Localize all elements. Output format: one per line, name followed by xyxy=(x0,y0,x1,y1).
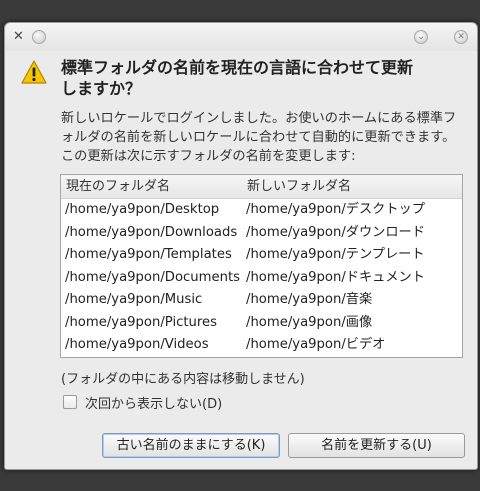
close-icon[interactable]: ✕ xyxy=(454,30,468,44)
keep-old-names-button[interactable]: 古い名前のままにする(K) xyxy=(102,433,280,458)
current-folder-cell: /home/ya9pon/Desktop xyxy=(65,202,220,217)
new-folder-cell: /home/ya9pon/ドキュメント xyxy=(246,269,425,285)
new-folder-cell: /home/ya9pon/音楽 xyxy=(246,292,373,307)
dialog-heading: 標準フォルダの名前を現在の言語に合わせて更新しますか？ xyxy=(61,58,414,98)
current-folder-cell: /home/ya9pon/Documents xyxy=(65,269,240,285)
minimize-icon[interactable]: ⌄ xyxy=(414,30,428,44)
app-icon[interactable]: ✕ xyxy=(13,30,27,44)
column-header-current[interactable]: 現在のフォルダ名 xyxy=(61,175,242,198)
table-row[interactable]: /home/ya9pon/Documents /home/ya9pon/ドキュメ… xyxy=(61,267,462,290)
current-folder-cell: /home/ya9pon/Music xyxy=(65,292,203,307)
current-folder-cell: /home/ya9pon/Downloads xyxy=(65,224,238,240)
warning-icon xyxy=(21,60,47,84)
table-row[interactable]: /home/ya9pon/Desktop /home/ya9pon/デスクトップ xyxy=(61,199,462,222)
new-folder-cell: /home/ya9pon/ダウンロード xyxy=(246,224,425,240)
current-folder-cell: /home/ya9pon/Templates xyxy=(65,247,232,262)
column-header-new[interactable]: 新しいフォルダ名 xyxy=(242,175,462,198)
table-row[interactable]: /home/ya9pon/Templates /home/ya9pon/テンプレ… xyxy=(61,244,462,267)
folder-table: 現在のフォルダ名 新しいフォルダ名 /home/ya9pon/Desktop /… xyxy=(60,174,463,358)
dont-show-again-checkbox[interactable] xyxy=(63,395,77,409)
current-folder-cell: /home/ya9pon/Videos xyxy=(65,337,209,352)
dialog-window: ✕ ⌄ ✕ 標準フォルダの名前を現在の言語に合わせて更新しますか？ 新しいロケー… xyxy=(4,22,478,470)
window-menu-icon[interactable] xyxy=(32,30,46,44)
table-row[interactable]: /home/ya9pon/Pictures /home/ya9pon/画像 xyxy=(61,312,462,335)
table-row[interactable]: /home/ya9pon/Videos /home/ya9pon/ビデオ xyxy=(61,334,462,357)
dont-show-again-option[interactable]: 次回から表示しない(D) xyxy=(63,393,222,412)
update-names-button[interactable]: 名前を更新する(U) xyxy=(288,433,465,458)
move-note: (フォルダの中にある内容は移動しません) xyxy=(61,372,305,387)
table-row[interactable]: /home/ya9pon/Downloads /home/ya9pon/ダウンロ… xyxy=(61,222,462,245)
new-folder-cell: /home/ya9pon/デスクトップ xyxy=(246,202,425,217)
new-folder-cell: /home/ya9pon/画像 xyxy=(246,314,373,330)
new-folder-cell: /home/ya9pon/ビデオ xyxy=(246,337,386,352)
titlebar: ✕ ⌄ ✕ xyxy=(5,23,477,51)
dont-show-again-label[interactable]: 次回から表示しない(D) xyxy=(85,393,222,412)
table-header: 現在のフォルダ名 新しいフォルダ名 xyxy=(61,175,462,199)
dialog-description: 新しいロケールでログインしました。お使いのホームにある標準フォルダの名前を新しい… xyxy=(61,111,457,164)
current-folder-cell: /home/ya9pon/Pictures xyxy=(65,314,218,330)
new-folder-cell: /home/ya9pon/テンプレート xyxy=(246,247,425,262)
table-row[interactable]: /home/ya9pon/Music /home/ya9pon/音楽 xyxy=(61,289,462,312)
